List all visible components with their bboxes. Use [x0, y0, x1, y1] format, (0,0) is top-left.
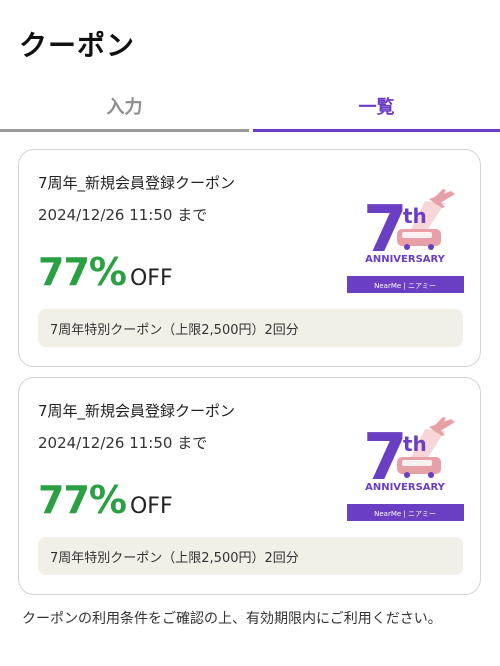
- coupon-note: 7周年特別クーポン（上限2,500円）2回分: [38, 537, 463, 575]
- tab-input[interactable]: 入力: [0, 82, 249, 132]
- badge-subtitle: ANNIVERSARY: [365, 254, 446, 265]
- tab-list[interactable]: 一覧: [253, 82, 500, 132]
- coupon-note: 7周年特別クーポン（上限2,500円）2回分: [38, 309, 463, 347]
- discount-suffix: OFF: [129, 266, 173, 291]
- discount-value: 77%: [38, 250, 127, 294]
- footer-note: クーポンの利用条件をご確認の上、有効期限内にご利用ください。: [22, 611, 442, 627]
- anniversary-badge: 7 th ANNIVERSARY NearMe | ニアミー: [347, 417, 464, 521]
- badge-suffix: th: [403, 432, 427, 456]
- badge-suffix: th: [403, 204, 427, 228]
- badge-brand: NearMe | ニアミー: [374, 282, 436, 290]
- tab-bar: 入力 一覧: [0, 82, 500, 132]
- discount-value: 77%: [38, 478, 127, 522]
- coupon-expiry: 2024/12/26 11:50 まで: [38, 206, 208, 224]
- coupon-discount: 77% OFF: [38, 478, 173, 522]
- badge-subtitle: ANNIVERSARY: [365, 482, 446, 493]
- coupon-title: 7周年_新規会員登録クーポン: [38, 402, 236, 420]
- coupon-card[interactable]: 7周年_新規会員登録クーポン 2024/12/26 11:50 まで 77% O…: [18, 377, 481, 595]
- badge-brand: NearMe | ニアミー: [374, 510, 436, 518]
- coupon-title: 7周年_新規会員登録クーポン: [38, 174, 236, 192]
- anniversary-badge: 7 th ANNIVERSARY NearMe | ニアミー: [347, 189, 464, 293]
- page-title: クーポン: [19, 29, 136, 62]
- coupon-discount: 77% OFF: [38, 250, 173, 294]
- discount-suffix: OFF: [129, 494, 173, 519]
- coupon-card[interactable]: 7周年_新規会員登録クーポン 2024/12/26 11:50 まで 77% O…: [18, 149, 481, 367]
- coupon-expiry: 2024/12/26 11:50 まで: [38, 434, 208, 452]
